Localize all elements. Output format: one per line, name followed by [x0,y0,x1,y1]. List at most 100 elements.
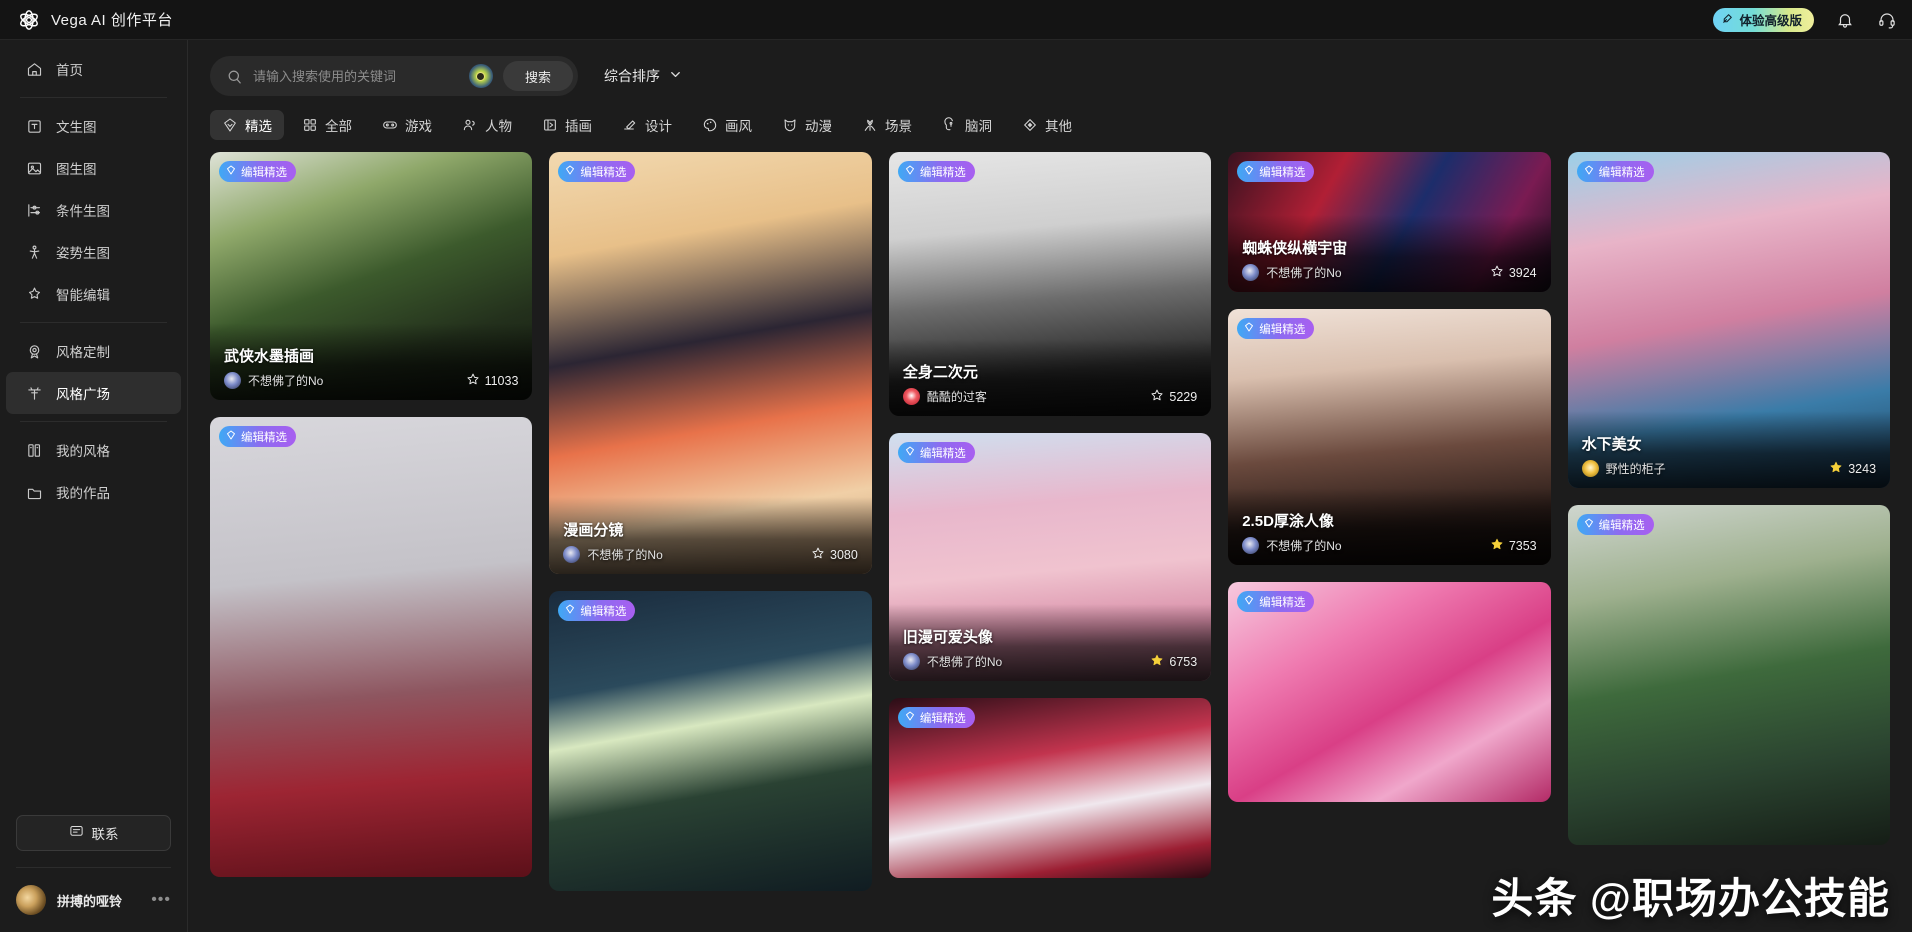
tab-label: 精选 [245,119,272,134]
premium-upgrade-button[interactable]: 体验高级版 [1713,7,1814,32]
tab-5[interactable]: 插画 [530,110,604,140]
sidebar-item-condition[interactable]: 条件生图 [6,189,181,231]
sidebar-divider [20,97,167,98]
card-meta: 不想佛了的No 3080 [563,546,858,563]
contact-label: 联系 [91,827,119,842]
contact-button[interactable]: 联系 [16,815,171,851]
sidebar-item-my-styles[interactable]: 我的风格 [6,429,181,471]
search-input[interactable] [253,68,459,84]
sidebar-item-style-plaza[interactable]: 风格广场 [6,372,181,414]
style-card[interactable]: 编辑精选全身二次元 酷酷的过客 5229 [888,152,1212,416]
star-icon [1490,264,1504,281]
category-tabs: 精选 全部 游戏 人物 插画 设计 画风 动漫 场景 脑洞 其他 [188,96,1912,152]
status-badge: 编辑精选 [1576,161,1654,182]
app-header: Vega AI 创作平台 体验高级版 [0,0,1912,40]
style-card[interactable]: 编辑精选 [210,417,533,877]
tab-3[interactable]: 游戏 [370,110,444,140]
style-card[interactable]: 编辑精选 旧漫可爱头像 不想佛了的No 6753 [888,433,1212,681]
style-card[interactable]: 编辑精选 2.5D厚涂人像 不想佛了的No 7353 [1228,309,1551,565]
tab-10[interactable]: 脑洞 [930,110,1004,140]
card-author: 不想佛了的No [587,548,663,562]
badge-label: 编辑精选 [919,166,966,179]
brain-icon [942,117,958,133]
author-avatar [1242,264,1260,281]
author-avatar [902,388,920,405]
card-meta: 不想佛了的No 3924 [1242,264,1537,281]
sidebar-item-home[interactable]: 首页 [6,48,181,90]
card-author: 不想佛了的No [1266,539,1342,553]
sidebar-item-my-works[interactable]: 我的作品 [6,471,181,513]
star-icon [1150,388,1164,405]
gallery-column-5: 编辑精选 水下美女 野性的柜子 3243 编辑精选 [1567,152,1891,932]
gallery-column-2: 编辑精选 漫画分镜 不想佛了的No 3080 编辑精选 [549,152,872,932]
sliders-icon [26,202,43,219]
card-overlay: 全身二次元 酷酷的过客 5229 [888,339,1212,416]
grid-icon [302,117,318,133]
style-card[interactable]: 编辑精选 漫画分镜 不想佛了的No 3080 [549,152,872,574]
card-star-count: 6753 [1150,653,1197,670]
sidebar-item-label: 文生图 [56,120,97,135]
card-title: 蜘蛛侠纵横宇宙 [1242,240,1348,257]
tab-2[interactable]: 全部 [290,110,364,140]
search-bar[interactable]: 搜索 [210,56,578,96]
sort-dropdown[interactable]: 综合排序 [604,66,683,86]
tab-7[interactable]: 画风 [690,110,764,140]
star-count-value: 6753 [1169,654,1198,669]
sidebar-item-smart-edit[interactable]: 智能编辑 [6,273,181,315]
message-icon [69,824,84,842]
palette-icon [702,117,718,133]
bell-icon[interactable] [1834,9,1856,31]
author-avatar [563,546,581,563]
brand[interactable]: Vega AI 创作平台 [18,9,173,31]
badge-label: 编辑精选 [1259,323,1306,336]
tab-label: 动漫 [805,119,832,134]
style-card[interactable]: 编辑精选 [549,591,872,891]
tab-9[interactable]: 场景 [850,110,924,140]
gallery-column-1: 编辑精选 武侠水墨插画 不想佛了的No 11033 编辑精选 [210,152,533,932]
style-card[interactable]: 编辑精选 [1228,582,1551,802]
search-button[interactable]: 搜索 [502,61,573,91]
headset-icon[interactable] [1876,9,1898,31]
tab-label: 游戏 [405,119,432,134]
card-author: 不想佛了的No [248,374,324,388]
sidebar-item-style-custom[interactable]: 风格定制 [6,330,181,372]
tab-4[interactable]: 人物 [450,110,524,140]
style-card[interactable]: 编辑精选 蜘蛛侠纵横宇宙 不想佛了的No 3924 [1228,152,1551,292]
sidebar-item-label: 我的风格 [56,444,110,459]
search-toolbar: 搜索 综合排序 [188,40,1912,96]
scene-grass-icon [862,117,878,133]
header-actions: 体验高级版 [1713,7,1898,32]
style-card[interactable]: 编辑精选 [1567,505,1891,845]
status-badge: 编辑精选 [1576,514,1654,535]
camera-image-search-icon[interactable] [468,64,493,88]
sidebar-item-image-to-image[interactable]: 图生图 [6,147,181,189]
tab-1[interactable]: 精选 [210,110,284,140]
badge-label: 编辑精选 [919,447,966,460]
tab-11[interactable]: 其他 [1010,110,1084,140]
main-content: 搜索 综合排序 精选 全部 游戏 人物插画设计 画风 动漫 场景脑洞其他 编辑精选武侠水墨插… [188,40,1912,932]
star-icon [1150,653,1164,670]
plaza-icon [26,385,43,402]
sidebar-item-text-to-image[interactable]: 文生图 [6,105,181,147]
user-profile-row[interactable]: 拼搏的哑铃 ••• [0,868,187,932]
style-card[interactable]: 编辑精选 水下美女 野性的柜子 3243 [1567,152,1891,488]
status-badge: 编辑精选 [558,600,636,621]
card-overlay: 2.5D厚涂人像 不想佛了的No 7353 [1228,488,1551,565]
illustration-icon [542,117,558,133]
more-dots-icon[interactable]: ••• [151,891,171,909]
style-gallery[interactable]: 编辑精选 武侠水墨插画 不想佛了的No 11033 编辑精选 编辑精选 漫画分镜 不想佛了的N… [188,152,1912,932]
rocket-icon [1721,12,1734,28]
user-name: 拼搏的哑铃 [57,893,123,909]
sidebar-item-pose[interactable]: 姿势生图 [6,231,181,273]
vega-atom-logo-icon [18,9,40,31]
tab-8[interactable]: 动漫 [770,110,844,140]
status-badge: 编辑精选 [219,161,296,182]
sidebar-item-label: 姿势生图 [56,246,110,261]
style-card[interactable]: 编辑精选 [888,698,1212,878]
star-icon [466,372,480,389]
style-card[interactable]: 编辑精选 武侠水墨插画 不想佛了的No 11033 [210,152,533,400]
tab-label: 画风 [725,119,752,134]
tab-6[interactable]: 设计 [610,110,684,140]
star-count-value: 7353 [1508,538,1537,553]
author-avatar [1581,460,1599,477]
